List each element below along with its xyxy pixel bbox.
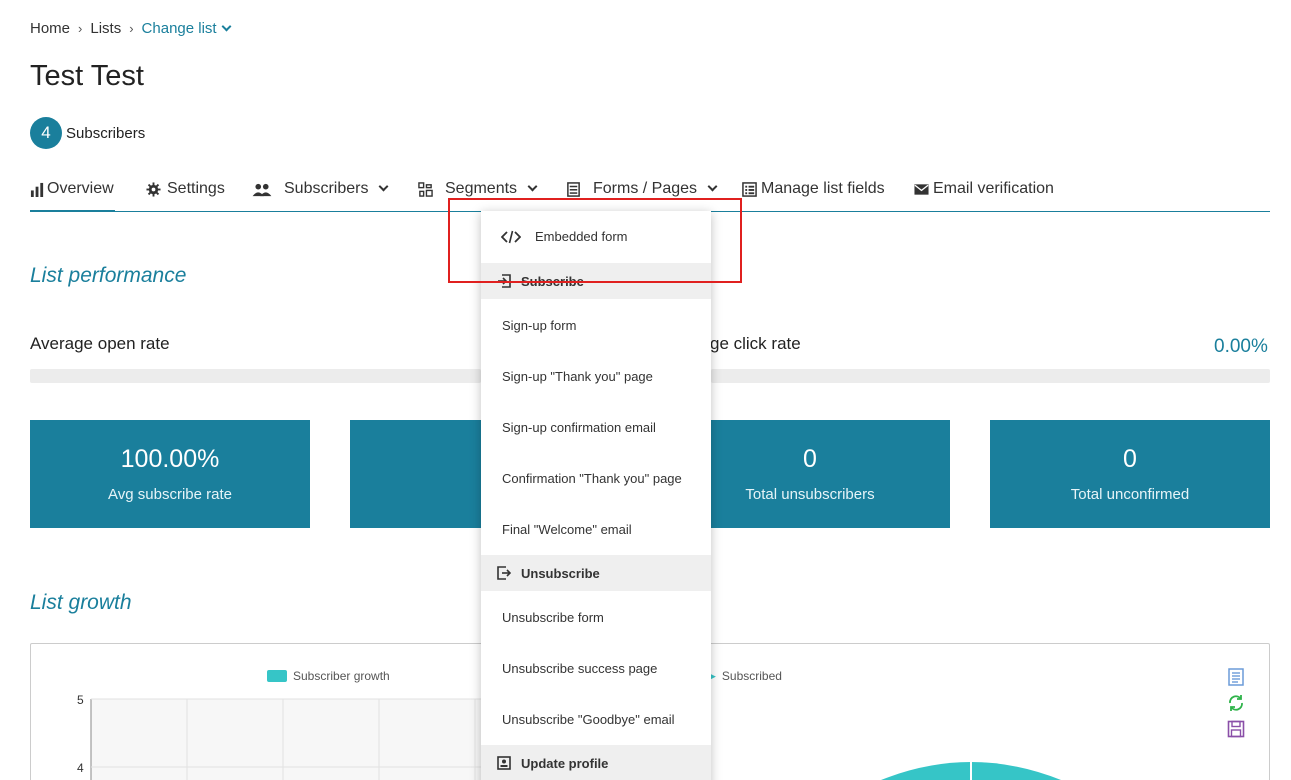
page-title: Test Test [30,60,144,92]
menu-item-label: Sign-up "Thank you" page [502,369,653,384]
list-performance-title: List performance [30,264,187,287]
stat-total-unconfirmed: 0 Total unconfirmed [990,420,1270,528]
stat-label: Total unconfirmed [1070,486,1190,503]
tab-overview[interactable]: Overview [30,176,115,212]
menu-item-signup-form[interactable]: Sign-up form [481,300,711,351]
menu-item-signup-thank-you[interactable]: Sign-up "Thank you" page [481,351,711,402]
breadcrumb-separator: › [129,21,134,36]
profile-icon [497,756,511,770]
menu-header-label: Update profile [521,755,609,771]
tab-label: Forms / Pages [593,180,698,197]
data-view-icon[interactable] [1227,668,1245,686]
open-rate-bar [30,369,481,383]
menu-item-label: Sign-up confirmation email [502,420,656,435]
menu-item-unsubscribe-form[interactable]: Unsubscribe form [481,592,711,643]
stat-total-unsubscribers: 0 Total unsubscribers [670,420,950,528]
menu-header-label: Unsubscribe [521,565,600,581]
menu-item-unsubscribe-goodbye-email[interactable]: Unsubscribe "Goodbye" email [481,694,711,745]
menu-item-signup-confirmation-email[interactable]: Sign-up confirmation email [481,402,711,453]
subscriber-count-label: Subscribers [66,124,146,142]
stat-label: Avg subscribe rate [108,486,232,503]
menu-item-unsubscribe-success-page[interactable]: Unsubscribe success page [481,643,711,694]
chevron-down-icon [379,181,389,192]
tab-settings[interactable]: Settings [146,176,225,212]
y-tick-label: 5 [77,693,84,707]
sign-out-icon [497,566,511,580]
tab-subscribers[interactable]: Subscribers [252,176,389,212]
tab-label: Email verification [933,180,1054,197]
menu-item-label: Unsubscribe success page [502,661,658,676]
menu-item-label: Final "Welcome" email [502,522,632,537]
breadcrumb: Home › Lists › Change list [30,20,232,37]
tab-email-verification[interactable]: Email verification [914,176,1054,212]
forms-pages-dropdown-menu: Embedded form Subscribe Sign-up form Sig… [481,211,711,780]
avg-click-rate-label: ge click rate [710,334,801,353]
menu-item-label: Confirmation "Thank you" page [502,471,682,486]
change-list-dropdown[interactable]: Change list [141,20,232,37]
click-rate-bar [711,369,1270,383]
chevron-down-icon [527,181,538,192]
stat-value: 100.00% [120,445,220,473]
tab-manage-list-fields[interactable]: Manage list fields [742,176,885,212]
users-icon [252,183,272,197]
subscriber-count: 4 Subscribers [30,117,145,149]
tab-label: Overview [47,180,114,197]
list-growth-title: List growth [30,591,132,614]
breadcrumb-lists[interactable]: Lists [90,20,121,37]
segments-icon [418,182,433,197]
chevron-down-icon [221,21,232,32]
gear-icon [146,182,161,197]
tab-label: Segments [445,180,518,197]
menu-header-update-profile: Update profile [481,745,711,780]
breadcrumb-home[interactable]: Home [30,20,70,37]
stat-value: 0 [803,445,817,473]
stat-value: 0 [1123,445,1137,473]
y-tick-label: 4 [77,761,84,775]
list-fields-icon [742,182,757,197]
menu-header-unsubscribe: Unsubscribe [481,555,711,591]
menu-item-label: Unsubscribe "Goodbye" email [502,712,675,727]
refresh-icon[interactable] [1227,694,1245,712]
change-list-label: Change list [141,20,217,37]
subscriber-count-badge: 4 [30,117,62,149]
tab-label: Settings [167,180,225,197]
menu-item-label: Unsubscribe form [502,610,604,625]
tab-label: Manage list fields [761,180,885,197]
menu-item-label: Sign-up form [502,318,577,333]
tab-label: Subscribers [284,180,369,197]
bar-chart-icon [30,182,44,197]
forms-icon [567,182,580,197]
chevron-down-icon [707,181,718,192]
avg-open-rate-label: Average open rate [30,334,170,353]
breadcrumb-separator: › [78,21,83,36]
save-icon[interactable] [1227,720,1245,738]
stat-avg-subscribe-rate: 100.00% Avg subscribe rate [30,420,310,528]
menu-item-final-welcome-email[interactable]: Final "Welcome" email [481,504,711,555]
avg-click-rate-value: 0.00% [1214,336,1268,357]
menu-item-confirmation-thank-you[interactable]: Confirmation "Thank you" page [481,453,711,504]
stat-label: Total unsubscribers [745,486,875,503]
chart-plot-area [91,699,481,780]
highlight-box [448,198,742,283]
envelope-icon [914,184,929,195]
